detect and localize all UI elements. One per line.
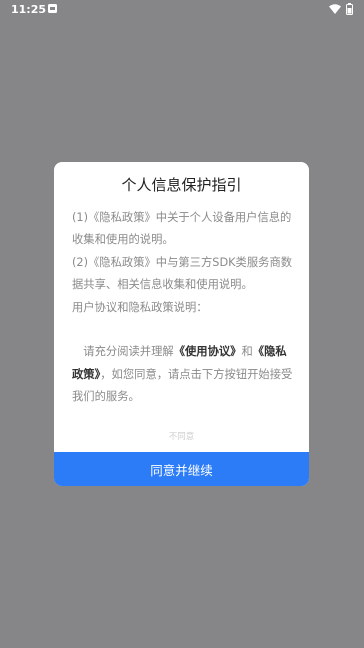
consent-notice: 请充分阅读并理解《使用协议》和《隐私政策》，如您同意，请点击下方按钮开始接受我们… (72, 341, 294, 408)
terms-of-use-link[interactable]: 《使用协议》 (174, 345, 242, 358)
app-notification-icon (48, 4, 57, 13)
policy-line-1: (1)《隐私政策》中关于个人设备用户信息的收集和使用的说明。 (72, 211, 292, 247)
battery-icon (346, 3, 353, 15)
disagree-button[interactable]: 不同意 (54, 430, 309, 442)
notice-prefix: 请充分阅读并理解 (83, 345, 174, 359)
agree-continue-button[interactable]: 同意并继续 (54, 452, 309, 486)
privacy-dialog: 个人信息保护指引 (1)《隐私政策》中关于个人设备用户信息的收集和使用的说明。 … (54, 162, 309, 486)
policy-line-3: 用户协议和隐私政策说明： (72, 300, 208, 314)
status-time: 11:25 (11, 3, 47, 16)
dialog-title: 个人信息保护指引 (121, 176, 242, 194)
notice-and: 和 (241, 345, 253, 359)
policy-text: (1)《隐私政策》中关于个人设备用户信息的收集和使用的说明。 (2)《隐私政策》… (72, 207, 294, 409)
status-bar: 11:25 (0, 0, 364, 20)
wifi-icon (329, 4, 341, 14)
notice-suffix: ，如您同意，请点击下方按钮开始接受我们的服务。 (72, 367, 293, 404)
policy-line-2: (2)《隐私政策》中与第三方SDK类服务商数据共享、相关信息收集和使用说明。 (72, 255, 293, 292)
